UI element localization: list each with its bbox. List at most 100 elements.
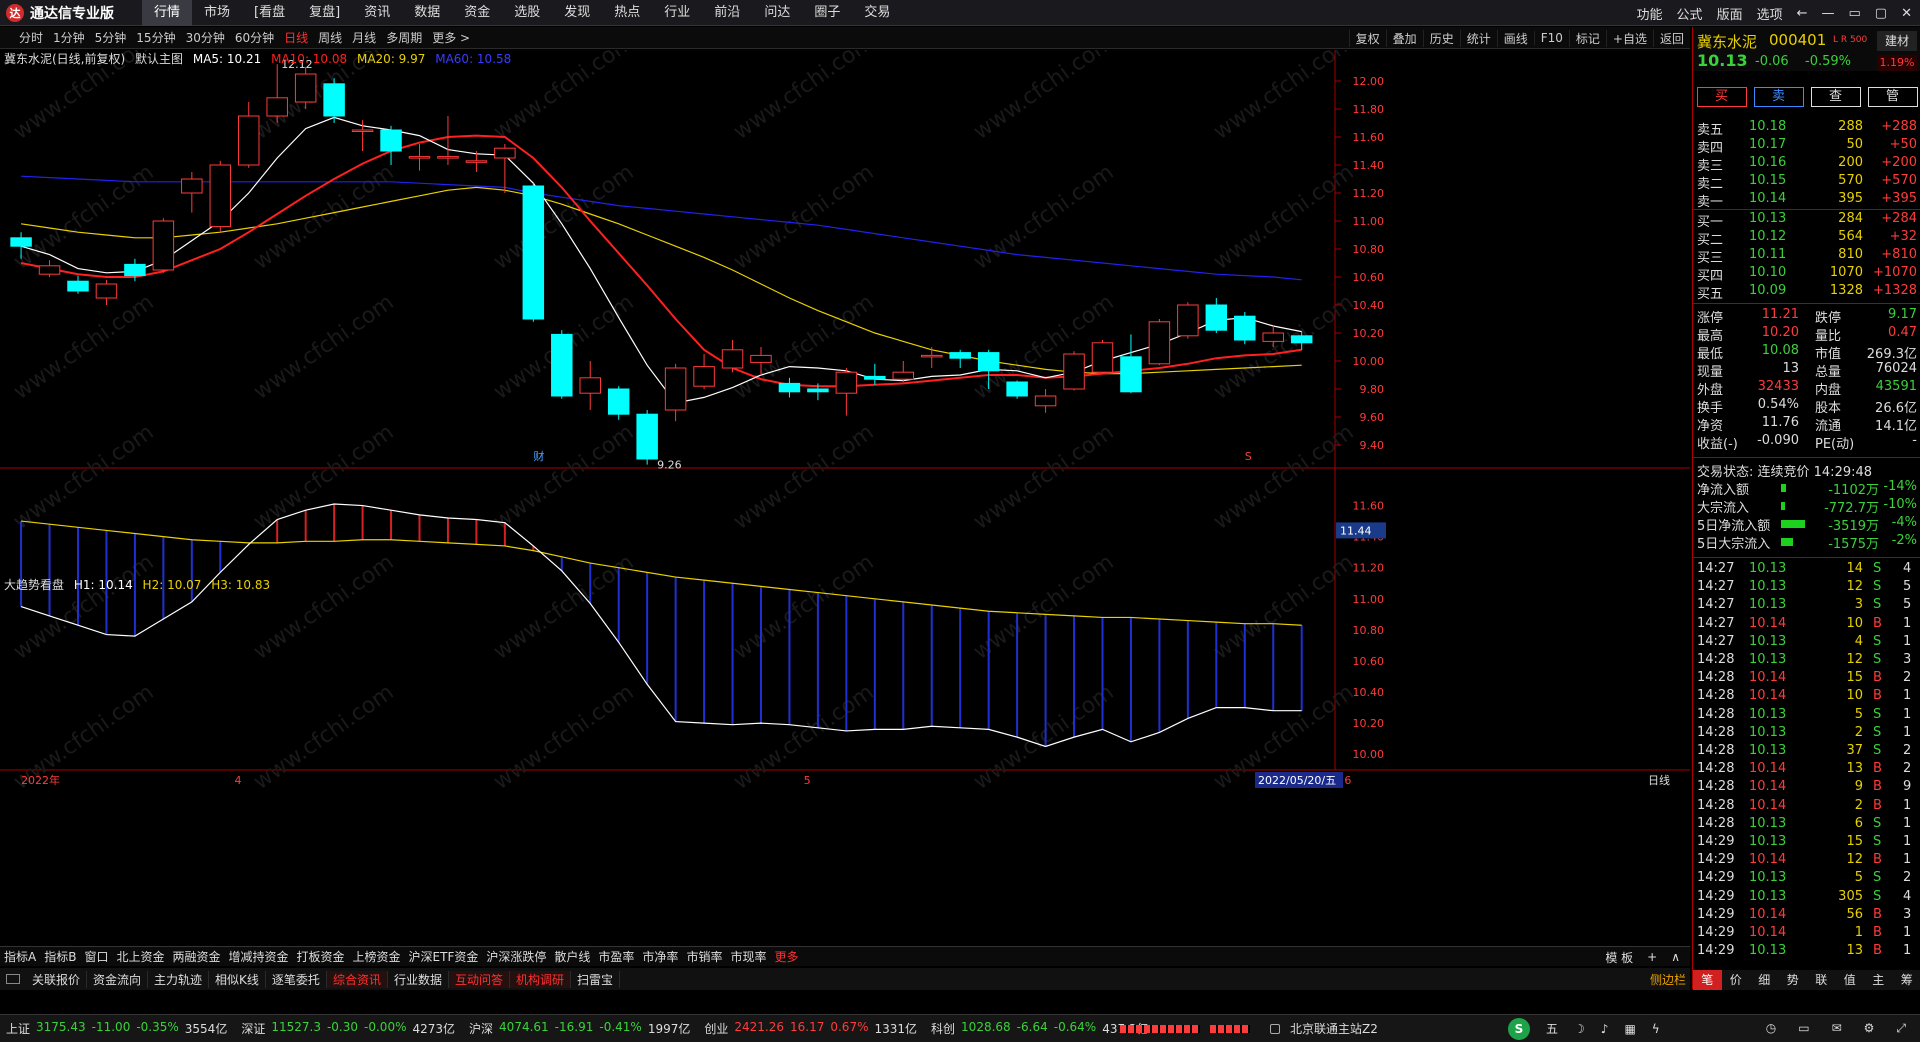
candle-body[interactable] [408, 156, 431, 159]
candle-body[interactable] [1262, 332, 1284, 342]
ask-row[interactable]: 卖四 10.17 50 +50 [1693, 137, 1920, 156]
period-7[interactable]: 周线 [313, 29, 347, 46]
flow-row[interactable]: 净流入额 -1102万 -14% [1693, 479, 1920, 498]
tool-7[interactable]: +自选 [1605, 29, 1653, 47]
monitor-icon[interactable]: ▭ [1798, 1021, 1809, 1036]
candle-body[interactable] [551, 333, 573, 397]
tick-row[interactable]: 14:29 10.14 1 B 1 [1693, 925, 1920, 943]
menu-right-0[interactable]: 功能 [1637, 4, 1663, 23]
candle-body[interactable] [1063, 353, 1085, 390]
index-name[interactable]: 上证 [6, 1020, 30, 1037]
index-name[interactable]: 科创 [931, 1020, 955, 1037]
panel-tab-7[interactable]: 筹 [1893, 970, 1920, 990]
trade-button-3[interactable]: 管 [1867, 87, 1918, 107]
candle-body[interactable] [579, 377, 601, 394]
candle-body[interactable] [10, 237, 32, 247]
bid-row[interactable]: 买四 10.10 1070 +1070 [1693, 265, 1920, 284]
tab-7[interactable]: 互动问答 [448, 970, 510, 988]
app-logo[interactable]: 达 通达信专业版 [0, 0, 142, 26]
func-right-1[interactable]: + [1643, 950, 1661, 964]
func-1[interactable]: 指标B [40, 948, 80, 965]
candle-body[interactable] [380, 129, 402, 152]
flow-row[interactable]: 大宗流入 -772.7万 -10% [1693, 497, 1920, 516]
tick-row[interactable]: 14:27 10.14 10 B 1 [1693, 616, 1920, 634]
candle-body[interactable] [323, 83, 345, 117]
tick-row[interactable]: 14:28 10.14 9 B 9 [1693, 779, 1920, 797]
candle-body[interactable] [607, 388, 630, 415]
tick-row[interactable]: 14:28 10.14 10 B 1 [1693, 688, 1920, 706]
tool-3[interactable]: 统计 [1459, 29, 1497, 47]
func-9[interactable]: 沪深涨跌停 [482, 948, 550, 965]
panel-tab-6[interactable]: 主 [1864, 970, 1893, 990]
server-name[interactable]: 北京联通主站Z2 [1290, 1020, 1378, 1037]
func-15[interactable]: 更多 [770, 948, 802, 965]
tick-row[interactable]: 14:28 10.14 2 B 1 [1693, 798, 1920, 816]
candle-body[interactable] [693, 366, 715, 387]
moon-icon[interactable]: ☽ [1574, 1022, 1585, 1036]
restore-icon[interactable]: — [1822, 6, 1835, 21]
menu-item-14[interactable]: 交易 [852, 0, 902, 26]
tab-9[interactable]: 扫雷宝 [571, 970, 621, 988]
ask-row[interactable]: 卖五 10.18 288 +288 [1693, 119, 1920, 138]
func-10[interactable]: 散户线 [550, 948, 594, 965]
panel-tab-3[interactable]: 势 [1779, 970, 1808, 990]
stat-row[interactable]: 涨停 11.21 跌停 9.17 [1693, 307, 1920, 326]
func-0[interactable]: 指标A [0, 948, 40, 965]
menu-item-6[interactable]: 资金 [452, 0, 502, 26]
candle-body[interactable] [835, 371, 858, 394]
ask-row[interactable]: 卖二 10.15 570 +570 [1693, 173, 1920, 192]
trade-button-2[interactable]: 查 [1810, 87, 1861, 107]
tick-row[interactable]: 14:29 10.13 5 S 2 [1693, 870, 1920, 888]
kline-chart[interactable]: www.cfchi.com www.cfchi.com www.cfchi.com w… [0, 50, 1690, 946]
tool-0[interactable]: 复权 [1348, 29, 1386, 47]
tick-row[interactable]: 14:28 10.13 6 S 1 [1693, 816, 1920, 834]
candle-body[interactable] [920, 354, 943, 358]
candle-body[interactable] [494, 147, 516, 159]
candle-body[interactable] [1091, 342, 1114, 373]
minimize-icon[interactable]: ▭ [1849, 6, 1861, 21]
tick-row[interactable]: 14:28 10.13 12 S 3 [1693, 652, 1920, 670]
period-9[interactable]: 多周期 [381, 29, 427, 46]
period-8[interactable]: 月线 [347, 29, 381, 46]
menu-item-4[interactable]: 资讯 [352, 0, 402, 26]
candle-body[interactable] [636, 413, 658, 460]
tick-row[interactable]: 14:29 10.14 56 B 3 [1693, 907, 1920, 925]
maximize-icon[interactable]: ▢ [1875, 6, 1887, 21]
index-name[interactable]: 沪深 [469, 1020, 493, 1037]
tick-row[interactable]: 14:28 10.13 5 S 1 [1693, 707, 1920, 725]
panel-tab-2[interactable]: 细 [1750, 970, 1779, 990]
stat-row[interactable]: 现量 13 总量 76024 [1693, 361, 1920, 380]
bid-row[interactable]: 买五 10.09 1328 +1328 [1693, 283, 1920, 302]
candle-body[interactable] [181, 178, 203, 194]
tab-8[interactable]: 机构调研 [509, 970, 571, 988]
finance-marker[interactable]: 财 [533, 449, 544, 463]
candle-body[interactable] [664, 367, 687, 411]
stat-row[interactable]: 净资 11.76 流通 14.1亿 [1693, 415, 1920, 434]
bid-row[interactable]: 买二 10.12 564 +32 [1693, 229, 1920, 248]
menu-item-10[interactable]: 行业 [652, 0, 702, 26]
clock-icon[interactable]: ◷ [1766, 1021, 1776, 1036]
tick-row[interactable]: 14:27 10.13 14 S 4 [1693, 561, 1920, 579]
candle-body[interactable] [437, 156, 459, 159]
message-icon[interactable]: ✉ [1832, 1021, 1842, 1036]
settings-icon[interactable]: ⚙ [1864, 1021, 1875, 1036]
close-icon[interactable]: ✕ [1901, 6, 1912, 21]
bid-row[interactable]: 买三 10.11 810 +810 [1693, 247, 1920, 266]
candle-body[interactable] [807, 388, 829, 393]
tick-row[interactable]: 14:29 10.14 12 B 1 [1693, 852, 1920, 870]
tick-row[interactable]: 14:28 10.13 2 S 1 [1693, 725, 1920, 743]
back-icon[interactable]: ← [1797, 6, 1808, 21]
tab-2[interactable]: 主力轨迹 [148, 970, 210, 988]
func-7[interactable]: 上榜资金 [349, 948, 405, 965]
ask-row[interactable]: 卖一 10.14 395 +395 [1693, 191, 1920, 210]
func-right-2[interactable]: ∧ [1667, 950, 1684, 964]
candle-body[interactable] [266, 97, 288, 117]
candle-body[interactable] [522, 185, 545, 320]
period-2[interactable]: 5分钟 [90, 29, 132, 46]
period-3[interactable]: 15分钟 [131, 29, 180, 46]
menu-item-5[interactable]: 数据 [402, 0, 452, 26]
panel-tab-1[interactable]: 价 [1722, 970, 1751, 990]
candle-body[interactable] [949, 352, 971, 359]
candle-body[interactable] [1034, 395, 1057, 407]
func-11[interactable]: 市盈率 [594, 948, 638, 965]
